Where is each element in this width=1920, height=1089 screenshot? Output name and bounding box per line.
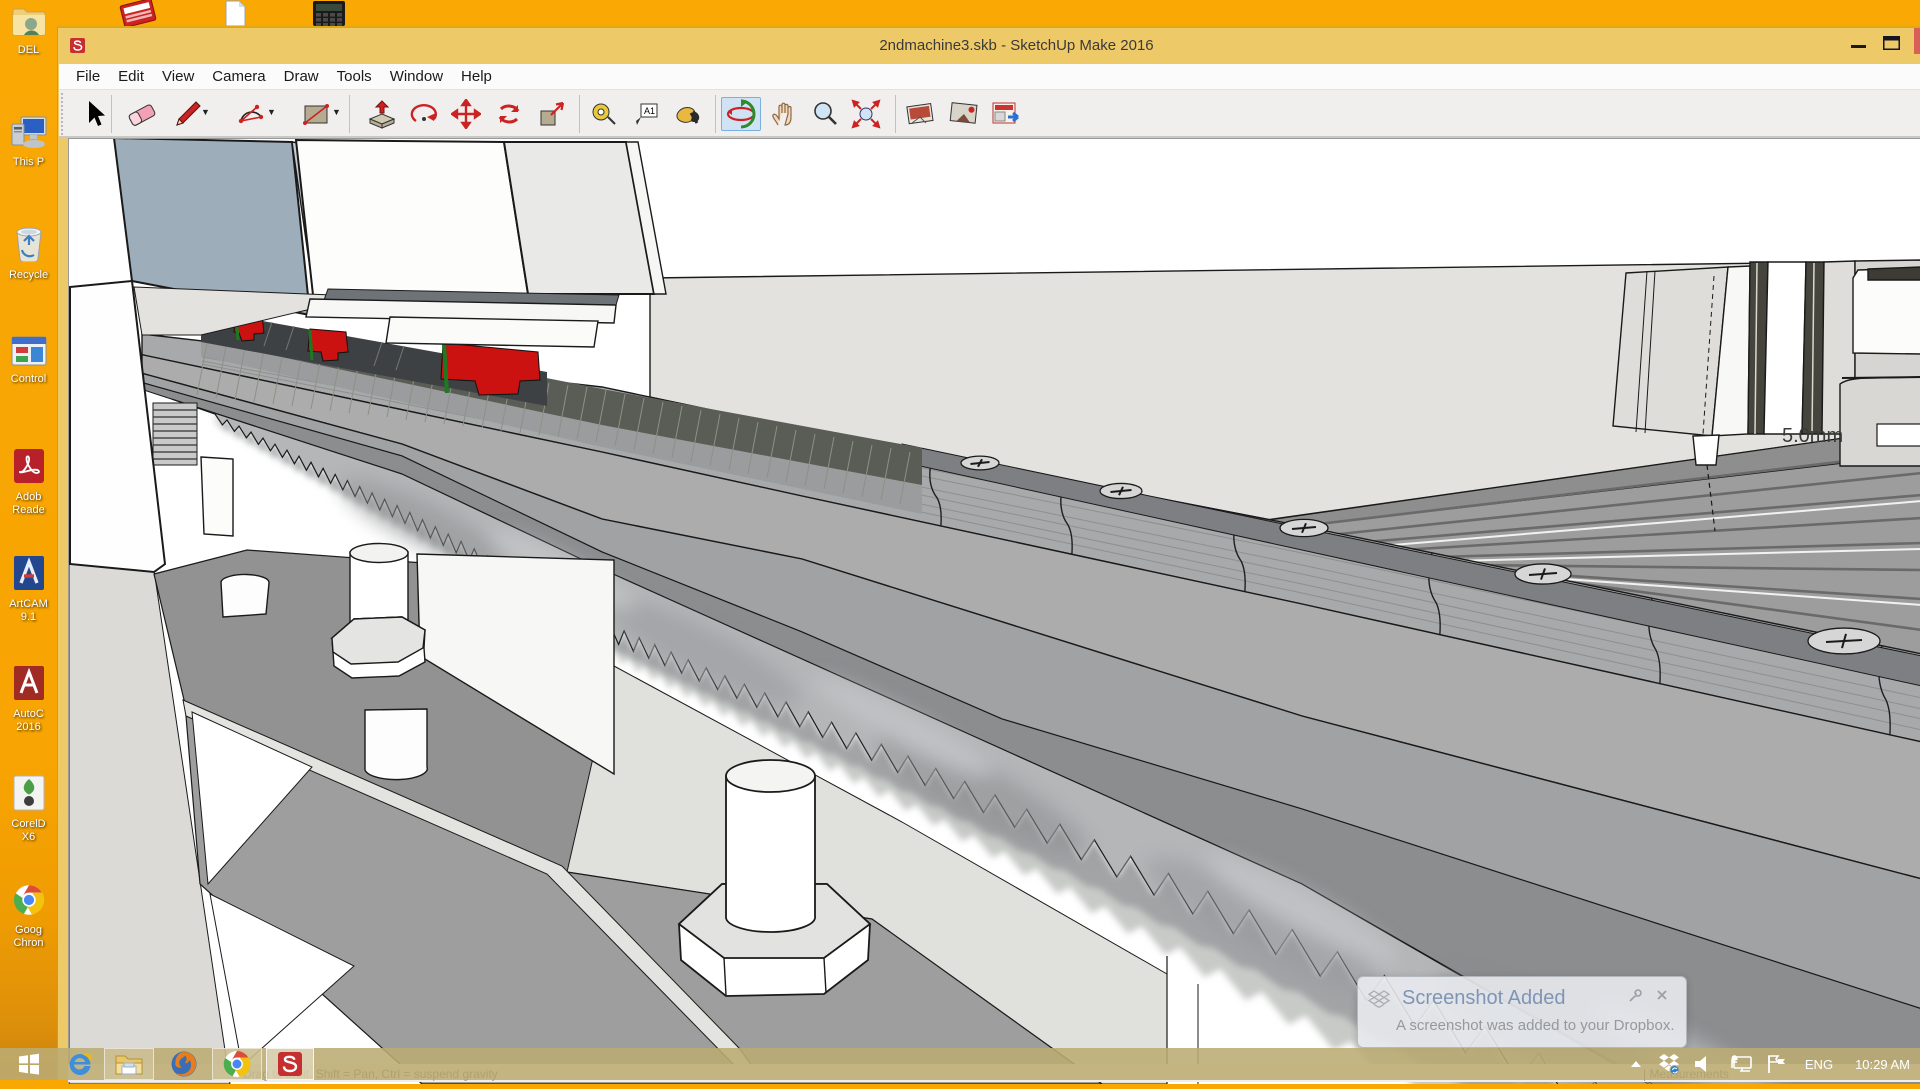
svg-text:5.0mm: 5.0mm: [1782, 425, 1843, 447]
svg-text:A1: A1: [644, 106, 655, 116]
